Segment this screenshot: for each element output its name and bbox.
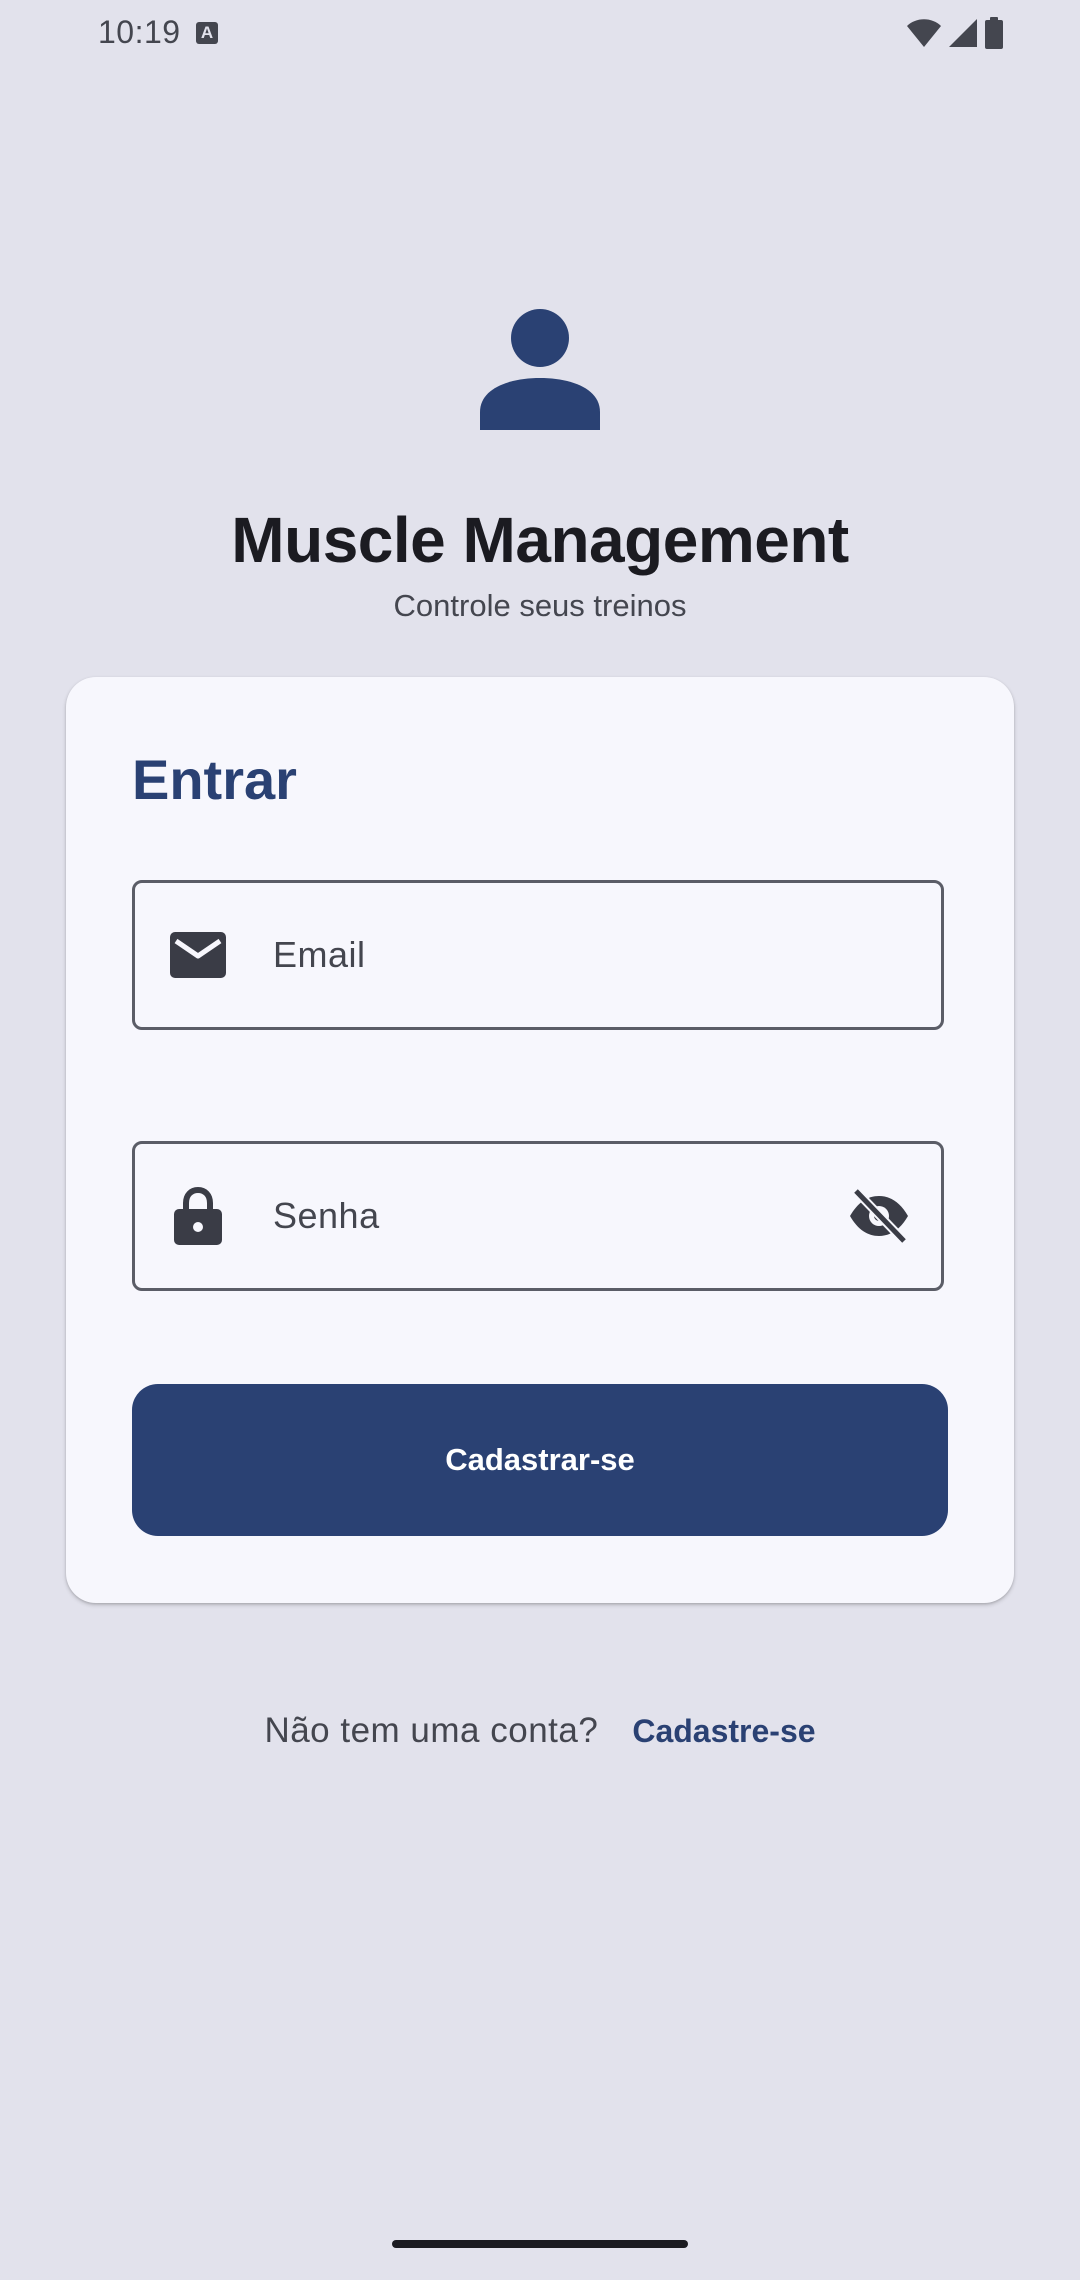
password-field[interactable]: Senha — [132, 1141, 944, 1291]
login-card-title: Entrar — [132, 748, 297, 811]
person-icon — [480, 308, 600, 430]
home-indicator[interactable] — [392, 2240, 688, 2248]
status-bar: 10:19 A — [0, 0, 1080, 66]
battery-icon — [985, 17, 1003, 49]
signal-icon — [949, 19, 977, 47]
signup-prompt: Não tem uma conta? — [264, 1711, 599, 1750]
status-icons — [906, 16, 1004, 50]
status-time: 10:19 — [98, 14, 181, 50]
signup-link[interactable]: Cadastre-se — [632, 1713, 815, 1750]
lock-icon — [169, 1187, 227, 1245]
app-title: Muscle Management — [231, 504, 849, 576]
visibility-off-icon[interactable] — [847, 1184, 911, 1248]
email-placeholder: Email — [273, 934, 366, 975]
submit-button[interactable]: Cadastrar-se — [132, 1384, 948, 1536]
wifi-icon — [907, 19, 941, 47]
email-field[interactable]: Email — [132, 880, 944, 1030]
signup-row: Não tem uma conta? Cadastre-se — [0, 1711, 1080, 1751]
mail-icon — [169, 926, 227, 984]
login-card: Entrar Email Senha Cadastrar-se — [66, 677, 1014, 1603]
app-subtitle: Controle seus treinos — [393, 588, 687, 623]
text-a-icon: A — [196, 22, 218, 44]
password-placeholder: Senha — [273, 1195, 380, 1236]
